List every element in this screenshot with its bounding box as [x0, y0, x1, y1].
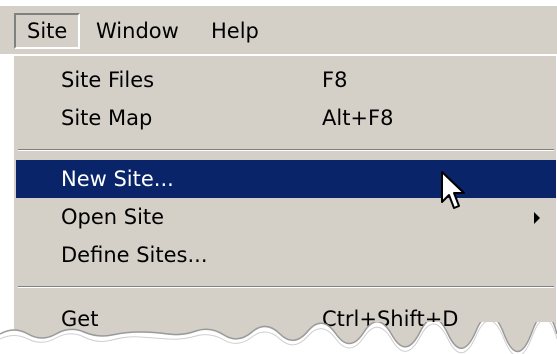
menu-help[interactable]: Help — [200, 13, 270, 49]
menu-item-shortcut: Alt+F8 — [322, 106, 394, 130]
menu-bar: Site Window Help — [0, 6, 557, 54]
mouse-pointer-icon — [441, 171, 465, 209]
menu-item-label: Site Files — [61, 68, 155, 92]
menu-item-define-sites[interactable]: Define Sites... — [16, 236, 556, 274]
site-dropdown-menu: Site Files F8 Site Map Alt+F8 New Site..… — [12, 54, 556, 354]
menu-item-label: Define Sites... — [61, 243, 208, 267]
menu-item-open-site[interactable]: Open Site — [16, 198, 556, 236]
menu-site[interactable]: Site — [14, 13, 81, 49]
menu-item-shortcut: F8 — [322, 68, 348, 92]
menu-item-new-site[interactable]: New Site... — [16, 160, 556, 198]
screenshot-stage: Site Window Help Site Files F8 Site Map … — [0, 0, 557, 354]
submenu-arrow-icon — [534, 212, 540, 224]
menu-item-label: Open Site — [61, 205, 165, 229]
menu-item-site-map[interactable]: Site Map Alt+F8 — [16, 99, 556, 137]
menu-item-label: New Site... — [61, 167, 174, 191]
menu-separator — [18, 149, 554, 151]
torn-edge-decoration — [0, 322, 557, 354]
menu-separator — [18, 286, 554, 288]
menu-item-site-files[interactable]: Site Files F8 — [16, 61, 556, 99]
menu-item-label: Site Map — [61, 106, 153, 130]
menu-window[interactable]: Window — [85, 13, 190, 49]
